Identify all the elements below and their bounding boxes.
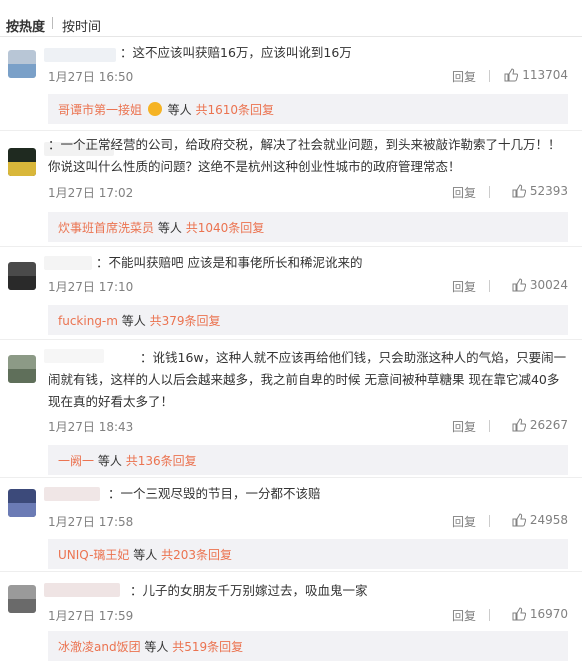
sort-divider <box>52 17 53 29</box>
reply-user[interactable]: 炊事班首席洗菜员 <box>58 221 154 235</box>
comment-time: 1月27日 16:50 <box>48 70 134 84</box>
comment-item: ：一个三观尽毁的节目，一分都不该赔 1月27日 17:58 回复 24958 U… <box>0 481 582 569</box>
comment-actions: 回复 24958 <box>368 513 568 529</box>
reply-mid: 等人 <box>157 221 182 235</box>
like-button[interactable]: 26267 <box>512 418 568 432</box>
reply-mid: 等人 <box>97 454 122 468</box>
avatar[interactable] <box>8 585 36 613</box>
thumbs-up-icon <box>512 513 526 527</box>
sort-underline <box>0 36 582 37</box>
reply-count[interactable]: 共203条回复 <box>161 548 232 562</box>
reply-button[interactable]: 回复 <box>452 278 476 295</box>
like-button[interactable]: 16970 <box>512 607 568 621</box>
like-button[interactable]: 24958 <box>512 513 568 527</box>
action-divider <box>489 186 490 198</box>
comment-item: ：儿子的女朋友千万别嫁过去，吸血鬼一家 1月27日 17:59 回复 16970… <box>0 575 582 662</box>
comment-divider <box>0 246 582 247</box>
thumbs-up-icon <box>512 278 526 292</box>
reply-mid: 等人 <box>121 314 146 328</box>
comment-time: 1月27日 17:58 <box>48 515 134 529</box>
reply-count[interactable]: 共519条回复 <box>172 640 243 654</box>
thumbs-up-icon <box>512 607 526 621</box>
action-divider <box>489 420 490 432</box>
sort-tab-time[interactable]: 按时间 <box>62 16 101 35</box>
avatar[interactable] <box>8 50 36 78</box>
emoji-icon <box>147 102 162 116</box>
like-button[interactable]: 52393 <box>512 184 568 198</box>
comment-divider <box>0 130 582 131</box>
comment-text: ：一个正常经营的公司，给政府交税，解决了社会就业问题，到头来被敲诈勒索了十几万！… <box>48 137 561 174</box>
comment-actions: 回复 113704 <box>368 68 568 84</box>
reply-button[interactable]: 回复 <box>452 68 476 85</box>
like-button[interactable]: 30024 <box>512 278 568 292</box>
avatar[interactable] <box>8 355 36 383</box>
reply-summary[interactable]: fucking-m 等人 共379条回复 <box>48 305 568 335</box>
reply-count[interactable]: 共379条回复 <box>150 314 221 328</box>
comment-actions: 回复 52393 <box>368 184 568 200</box>
reply-user[interactable]: fucking-m <box>58 314 118 328</box>
username-blurred[interactable] <box>44 48 116 62</box>
action-divider <box>489 609 490 621</box>
avatar[interactable] <box>8 489 36 517</box>
username-blurred[interactable] <box>44 487 100 501</box>
comment-time: 1月27日 18:43 <box>48 420 134 434</box>
comment-text: ：这不应该叫获赔16万，应该叫讹到16万 <box>120 45 352 60</box>
comment-item: ：一个正常经营的公司，给政府交税，解决了社会就业问题，到头来被敲诈勒索了十几万！… <box>0 134 582 242</box>
reply-summary[interactable]: 炊事班首席洗菜员 等人 共1040条回复 <box>48 212 568 242</box>
comment-time: 1月27日 17:59 <box>48 609 134 623</box>
reply-user[interactable]: 一阙一 <box>58 454 94 468</box>
like-count: 16970 <box>529 607 568 621</box>
reply-mid: 等人 <box>133 548 158 562</box>
comment-divider <box>0 339 582 340</box>
avatar[interactable] <box>8 148 36 176</box>
reply-user[interactable]: 哥谭市第一接姐 <box>58 103 142 117</box>
comment-text: ：讹钱16w，这种人就不应该再给他们钱，只会助涨这种人的气焰，只要闹一闹就有钱，… <box>48 350 567 409</box>
like-button[interactable]: 113704 <box>504 68 568 82</box>
comment-item: ：讹钱16w，这种人就不应该再给他们钱，只会助涨这种人的气焰，只要闹一闹就有钱，… <box>0 343 582 475</box>
comment-actions: 回复 30024 <box>368 278 568 294</box>
comment-text: ：不能叫获赔吧 应该是和事佬所长和稀泥讹来的 <box>96 255 363 270</box>
sort-tab-hot[interactable]: 按热度 <box>6 16 45 35</box>
comment-time: 1月27日 17:10 <box>48 280 134 294</box>
reply-mid: 等人 <box>167 103 192 117</box>
thumbs-up-icon <box>512 184 526 198</box>
reply-button[interactable]: 回复 <box>452 418 476 435</box>
reply-mid: 等人 <box>144 640 169 654</box>
avatar[interactable] <box>8 262 36 290</box>
comment-time: 1月27日 17:02 <box>48 186 134 200</box>
comment-item: ：这不应该叫获赔16万，应该叫讹到16万 1月27日 16:50 回复 1137… <box>0 40 582 125</box>
reply-user[interactable]: UNIQ-璃王妃 <box>58 548 129 562</box>
comment-text: ：儿子的女朋友千万别嫁过去，吸血鬼一家 <box>130 583 368 598</box>
reply-button[interactable]: 回复 <box>452 607 476 624</box>
reply-summary[interactable]: 一阙一 等人 共136条回复 <box>48 445 568 475</box>
sort-bar: 按热度 按时间 <box>0 0 582 37</box>
reply-count[interactable]: 共1040条回复 <box>186 221 265 235</box>
like-count: 24958 <box>529 513 568 527</box>
thumbs-up-icon <box>512 418 526 432</box>
like-count: 52393 <box>529 184 568 198</box>
like-count: 30024 <box>529 278 568 292</box>
username-blurred[interactable] <box>44 256 92 270</box>
like-count: 113704 <box>522 68 568 82</box>
username-blurred[interactable] <box>44 583 120 597</box>
thumbs-up-icon <box>504 68 519 82</box>
comment-divider <box>0 571 582 572</box>
comment-divider <box>0 477 582 478</box>
action-divider <box>489 280 490 292</box>
comment-actions: 回复 26267 <box>368 418 568 434</box>
reply-user[interactable]: 冰澈凌and饭团 <box>58 640 141 654</box>
action-divider <box>489 515 490 527</box>
reply-summary[interactable]: UNIQ-璃王妃 等人 共203条回复 <box>48 539 568 569</box>
like-count: 26267 <box>529 418 568 432</box>
reply-count[interactable]: 共1610条回复 <box>196 103 275 117</box>
reply-summary[interactable]: 哥谭市第一接姐 等人 共1610条回复 <box>48 94 568 124</box>
action-divider <box>489 70 490 82</box>
comment-item: ：不能叫获赔吧 应该是和事佬所长和稀泥讹来的 1月27日 17:10 回复 30… <box>0 250 582 335</box>
reply-button[interactable]: 回复 <box>452 513 476 530</box>
comment-text: ：一个三观尽毁的节目，一分都不该赔 <box>108 486 321 501</box>
reply-button[interactable]: 回复 <box>452 184 476 201</box>
reply-summary[interactable]: 冰澈凌and饭团 等人 共519条回复 <box>48 631 568 661</box>
reply-count[interactable]: 共136条回复 <box>126 454 197 468</box>
comment-actions: 回复 16970 <box>368 607 568 623</box>
